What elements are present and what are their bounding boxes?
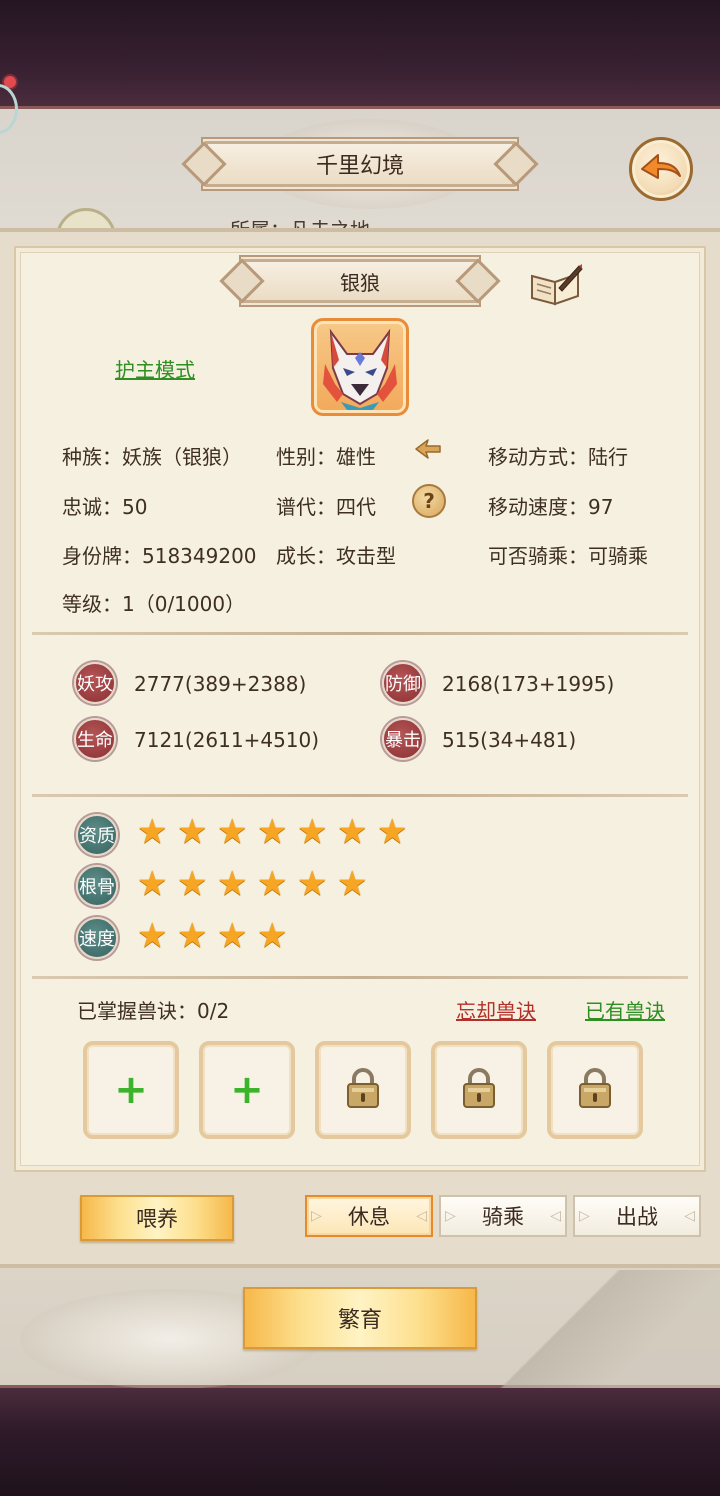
star-icon: ★	[177, 864, 208, 904]
plus-icon: +	[230, 1067, 264, 1113]
stat-badge-hp: 生命	[74, 718, 116, 760]
star-icon: ★	[337, 864, 368, 904]
stat-value-attack: 2777(389+2388)	[134, 672, 307, 696]
lock-icon	[577, 1067, 613, 1113]
rename-book-icon[interactable]	[529, 262, 583, 306]
locked-skill-slot[interactable]	[315, 1041, 411, 1139]
plus-icon: +	[114, 1067, 148, 1113]
rating-stars-bone: ★ ★ ★ ★ ★ ★	[137, 866, 373, 902]
rest-tab[interactable]: ▷ 休息 ◁	[305, 1195, 433, 1237]
level-info: 等级：1（0/1000）	[62, 592, 246, 616]
top-banner	[0, 0, 720, 106]
loyalty-info: 忠诚：50	[62, 495, 148, 519]
growth-info: 成长：攻击型	[276, 544, 396, 568]
section-divider	[32, 794, 688, 797]
gender-info: 性别：雄性	[276, 445, 376, 469]
locked-skill-slot[interactable]	[547, 1041, 643, 1139]
chevron-left-icon: ▷	[579, 1208, 590, 1224]
chevron-right-icon: ◁	[550, 1208, 561, 1224]
rating-stars-speed: ★ ★ ★ ★	[137, 918, 293, 954]
stat-value-defense: 2168(173+1995)	[442, 672, 615, 696]
switch-gender-icon[interactable]	[412, 434, 444, 464]
ride-tab-label: 骑乘	[482, 1205, 524, 1229]
lock-icon	[345, 1067, 381, 1113]
move-speed-info: 移动速度：97	[488, 495, 614, 519]
chevron-left-icon: ▷	[445, 1208, 456, 1224]
bottom-banner	[0, 1388, 720, 1496]
star-icon: ★	[177, 916, 208, 956]
rating-badge-bone: 根骨	[76, 865, 118, 907]
move-type-info: 移动方式：陆行	[488, 445, 628, 469]
ride-tab[interactable]: ▷ 骑乘 ◁	[439, 1195, 567, 1237]
chevron-left-icon: ▷	[311, 1208, 322, 1224]
scene-title-plaque: 千里幻境	[205, 141, 515, 187]
stat-badge-defense: 防御	[382, 662, 424, 704]
rating-stars-aptitude: ★ ★ ★ ★ ★ ★ ★	[137, 814, 413, 850]
pet-name-plaque: 银狼	[243, 259, 477, 303]
rating-badge-aptitude: 资质	[76, 814, 118, 856]
star-icon: ★	[257, 812, 288, 852]
lock-icon	[461, 1067, 497, 1113]
scene-title: 千里幻境	[315, 154, 404, 179]
star-icon: ★	[297, 864, 328, 904]
stat-value-hp: 7121(2611+4510)	[134, 728, 320, 752]
skills-count-label: 已掌握兽诀：0/2	[77, 999, 230, 1023]
rest-tab-label: 休息	[348, 1205, 390, 1229]
star-icon: ★	[257, 864, 288, 904]
star-icon: ★	[257, 916, 288, 956]
mountain-decoration	[470, 1270, 720, 1388]
help-icon[interactable]: ?	[412, 484, 446, 518]
star-icon: ★	[337, 812, 368, 852]
pet-avatar[interactable]	[311, 318, 409, 416]
chevron-right-icon: ◁	[416, 1208, 427, 1224]
locked-skill-slot[interactable]	[431, 1041, 527, 1139]
id-tag-info: 身份牌：518349200	[62, 544, 257, 568]
star-icon: ★	[217, 864, 248, 904]
add-skill-slot[interactable]: +	[199, 1041, 295, 1139]
star-icon: ★	[217, 916, 248, 956]
chevron-right-icon: ◁	[684, 1208, 695, 1224]
race-info: 种族：妖族（银狼）	[62, 445, 242, 469]
battle-tab[interactable]: ▷ 出战 ◁	[573, 1195, 701, 1237]
breed-button[interactable]: 繁育	[243, 1287, 477, 1349]
pet-name: 银狼	[340, 270, 380, 295]
star-icon: ★	[177, 812, 208, 852]
rating-badge-speed: 速度	[76, 917, 118, 959]
generation-info: 谱代：四代	[276, 495, 376, 519]
stat-value-crit: 515(34+481)	[442, 728, 577, 752]
section-divider	[32, 632, 688, 635]
section-divider	[32, 976, 688, 979]
add-skill-slot[interactable]: +	[83, 1041, 179, 1139]
star-icon: ★	[217, 812, 248, 852]
star-icon: ★	[137, 812, 168, 852]
star-icon: ★	[137, 916, 168, 956]
forget-skill-link[interactable]: 忘却兽诀	[456, 995, 536, 1024]
star-icon: ★	[297, 812, 328, 852]
back-button[interactable]	[629, 137, 693, 201]
guard-mode-link[interactable]: 护主模式	[115, 354, 195, 383]
owned-skills-link[interactable]: 已有兽诀	[585, 995, 665, 1024]
stat-badge-crit: 暴击	[382, 718, 424, 760]
star-icon: ★	[137, 864, 168, 904]
feed-button[interactable]: 喂养	[80, 1195, 234, 1241]
battle-tab-label: 出战	[616, 1205, 658, 1229]
rideable-info: 可否骑乘：可骑乘	[488, 544, 648, 568]
silver-wolf-portrait	[323, 328, 397, 410]
stat-badge-attack: 妖攻	[74, 662, 116, 704]
back-arrow-icon	[641, 154, 681, 179]
star-icon: ★	[377, 812, 408, 852]
